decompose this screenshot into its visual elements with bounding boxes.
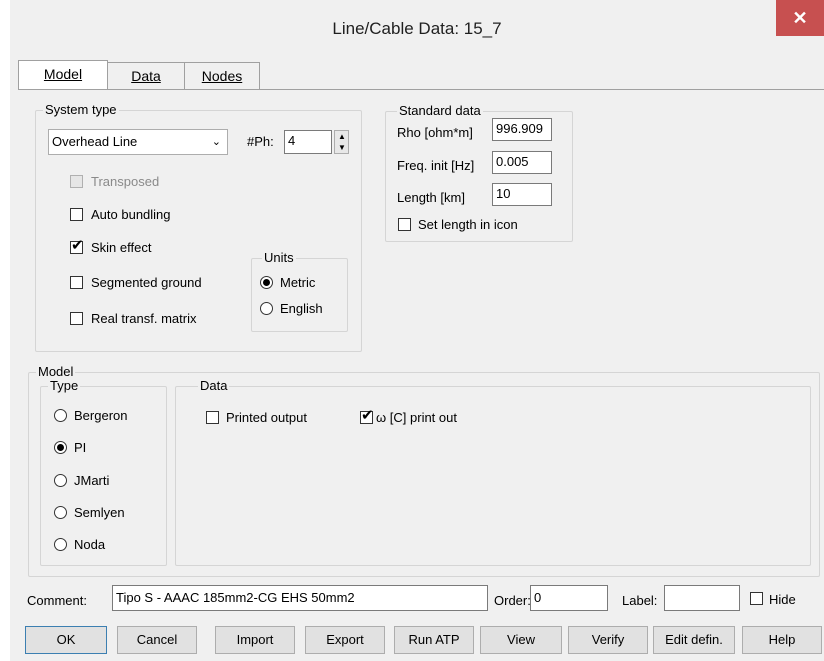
system-type-label: System type (43, 102, 119, 117)
checkmark-icon: ✔ (71, 237, 84, 254)
transposed-label: Transposed (91, 174, 160, 189)
type-label: Type (48, 378, 81, 393)
tab-nodes[interactable]: Nodes (184, 62, 260, 89)
segmented-ground-checkbox[interactable] (70, 276, 83, 289)
skin-effect-checkbox[interactable]: ✔ (70, 237, 84, 254)
line-type-value: Overhead Line (52, 134, 138, 149)
label-field-label: Label: (622, 593, 658, 608)
printed-output-checkbox[interactable] (206, 411, 219, 424)
help-button[interactable]: Help (742, 626, 822, 654)
freq-input[interactable]: 0.005 (492, 151, 552, 174)
phases-spinner[interactable]: ▲ ▼ (334, 130, 349, 154)
omega-symbol: ω (376, 410, 387, 425)
transposed-checkbox[interactable] (70, 175, 83, 188)
tab-divider (18, 89, 824, 90)
view-button[interactable]: View (480, 626, 562, 654)
type-radio-pi[interactable] (54, 441, 67, 454)
standard-data-label: Standard data (397, 103, 483, 118)
auto-bundling-label: Auto bundling (91, 207, 171, 222)
tab-model[interactable]: Model (18, 60, 108, 89)
chevron-down-icon: ⌄ (211, 136, 221, 148)
segmented-ground-label: Segmented ground (91, 275, 202, 290)
export-button[interactable]: Export (305, 626, 385, 654)
real-transf-checkbox[interactable] (70, 312, 83, 325)
type-label-bergeron: Bergeron (74, 408, 128, 423)
close-icon[interactable]: ✕ (776, 0, 824, 36)
dialog-window: Line/Cable Data: 15_7 ✕ Model Data Nodes… (10, 0, 824, 661)
metric-radio[interactable] (260, 276, 273, 289)
tab-data-label: Data (131, 68, 161, 84)
auto-bundling-checkbox[interactable] (70, 208, 83, 221)
tab-nodes-label: Nodes (201, 68, 243, 84)
spin-down-icon[interactable]: ▼ (338, 143, 346, 152)
cancel-button[interactable]: Cancel (117, 626, 197, 654)
data-label: Data (198, 378, 230, 393)
freq-label: Freq. init [Hz] (397, 158, 475, 173)
length-label: Length [km] (397, 190, 465, 205)
order-input[interactable]: 0 (530, 585, 608, 611)
english-label: English (280, 301, 323, 316)
skin-effect-label: Skin effect (91, 240, 152, 255)
ok-button[interactable]: OK (25, 626, 107, 654)
line-type-select[interactable]: Overhead Line ⌄ (48, 129, 228, 155)
window-title: Line/Cable Data: 15_7 (332, 19, 502, 38)
phases-label: #Ph: (247, 134, 274, 149)
edit-defin-button[interactable]: Edit defin. (653, 626, 735, 654)
model-label: Model (36, 364, 76, 379)
type-radio-semlyen[interactable] (54, 506, 67, 519)
length-input[interactable]: 10 (492, 183, 552, 206)
tab-model-label: Model (43, 66, 83, 82)
checkmark-icon: ✔ (361, 407, 374, 424)
spin-up-icon[interactable]: ▲ (338, 132, 346, 141)
tab-data[interactable]: Data (107, 62, 185, 89)
type-label-pi: PI (74, 440, 87, 455)
import-button[interactable]: Import (215, 626, 295, 654)
real-transf-label: Real transf. matrix (91, 311, 197, 326)
type-radio-bergeron[interactable] (54, 409, 67, 422)
english-radio[interactable] (260, 302, 273, 315)
hide-checkbox[interactable] (750, 592, 763, 605)
type-radio-noda[interactable] (54, 538, 67, 551)
comment-label: Comment: (27, 593, 87, 608)
phases-input[interactable]: 4 (284, 130, 332, 154)
type-label-jmarti: JMarti (74, 473, 110, 488)
rho-label: Rho [ohm*m] (397, 125, 473, 140)
type-label-semlyen: Semlyen (74, 505, 125, 520)
set-length-label: Set length in icon (418, 217, 518, 232)
rho-input[interactable]: 996.909 (492, 118, 552, 141)
omega-print-label: ω [C] print out (376, 410, 457, 425)
hide-label: Hide (769, 592, 796, 607)
comment-input[interactable]: Tipo S - AAAC 185mm2-CG EHS 50mm2 (112, 585, 488, 611)
label-input[interactable] (664, 585, 740, 611)
order-label: Order: (494, 593, 531, 608)
run-atp-button[interactable]: Run ATP (394, 626, 474, 654)
verify-button[interactable]: Verify (568, 626, 648, 654)
units-label: Units (262, 250, 296, 265)
omega-print-checkbox[interactable]: ✔ (360, 407, 374, 424)
units-group (251, 258, 348, 332)
omega-print-text: [C] print out (389, 410, 457, 425)
type-radio-jmarti[interactable] (54, 474, 67, 487)
metric-label: Metric (280, 275, 316, 290)
type-label-noda: Noda (74, 537, 106, 552)
printed-output-label: Printed output (226, 410, 307, 425)
set-length-checkbox[interactable] (398, 218, 411, 231)
